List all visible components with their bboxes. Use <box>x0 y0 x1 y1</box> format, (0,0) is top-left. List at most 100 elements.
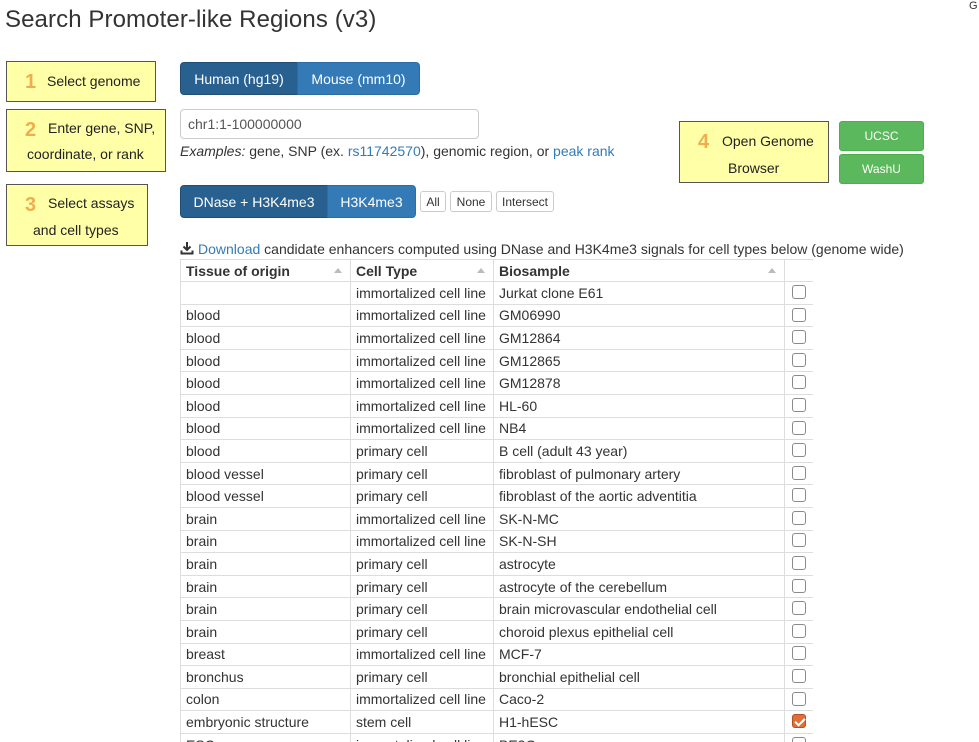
table-row[interactable]: blood vessel primary cell fibroblast of pu… <box>180 461 813 486</box>
cell-checkbox <box>784 665 813 689</box>
cell-tissue: breast <box>180 642 351 667</box>
table-row[interactable]: ESCimmortalized cell lineBE2C <box>180 732 813 742</box>
table-row[interactable]: blood vessel primary cell fibroblast of th… <box>180 484 813 508</box>
row-checkbox[interactable] <box>792 556 806 571</box>
table-row[interactable]: blood immortalized cell line GM12878 <box>180 371 813 395</box>
table-row[interactable]: bronchus primary cell bronchial epithelial… <box>180 665 813 689</box>
step-4-box: 4 Open Genome Browser <box>679 121 829 183</box>
row-checkbox[interactable] <box>792 284 806 299</box>
step-1-number: 1 <box>25 71 37 93</box>
table-header-row: Tissue of origin Cell Type Biosample <box>180 259 813 282</box>
row-checkbox[interactable] <box>792 601 806 616</box>
cell-tissue: blood <box>180 393 351 418</box>
cell-checkbox <box>784 416 813 441</box>
cell-biosample: fibroblast of pulmonary artery <box>493 461 785 486</box>
cell-tissue: blood <box>180 416 351 441</box>
cell-biosample: choroid plexus epithelial cell <box>493 619 785 644</box>
cell-cell-type: primary cell <box>350 665 494 689</box>
row-checkbox[interactable] <box>792 669 806 684</box>
cell-biosample: B cell (adult 43 year) <box>493 439 785 463</box>
cell-tissue: brain <box>180 574 351 599</box>
cell-tissue: blood vessel <box>180 484 351 508</box>
select-none-button[interactable]: None <box>450 191 492 212</box>
row-checkbox[interactable] <box>792 714 806 729</box>
cell-tissue <box>180 281 351 305</box>
table-row[interactable]: blood immortalized cell line GM12865 <box>180 348 813 373</box>
table-row[interactable]: immortalized cell line Jurkat clone E61 <box>180 281 813 305</box>
row-checkbox[interactable] <box>792 420 806 435</box>
table-row[interactable]: brain primary cell astrocyte of the cerebe… <box>180 574 813 599</box>
peak-rank-link[interactable]: peak rank <box>553 143 614 159</box>
washu-button[interactable]: WashU <box>839 154 924 184</box>
cell-cell-type: primary cell <box>350 461 494 486</box>
cell-biosample: brain microvascular endothelial cell <box>493 597 785 621</box>
row-checkbox[interactable] <box>792 646 806 661</box>
row-checkbox[interactable] <box>792 397 806 412</box>
cell-checkbox <box>784 326 813 350</box>
cell-checkbox <box>784 348 813 373</box>
table-row[interactable]: embryonic structure stem cell H1-hESC <box>180 710 813 734</box>
page-title: Search Promoter-like Regions (v3) <box>5 6 377 33</box>
row-checkbox[interactable] <box>792 465 806 480</box>
cell-cell-type: immortalized cell line <box>350 326 494 350</box>
cell-checkbox <box>784 393 813 418</box>
assay-h3k4me3-button[interactable]: H3K4me3 <box>327 185 416 218</box>
download-link[interactable]: Download <box>198 241 260 257</box>
search-examples: Examples: gene, SNP (ex. rs11742570), ge… <box>180 143 615 159</box>
cell-cell-type: immortalized cell line <box>350 416 494 441</box>
table-row[interactable]: blood immortalized cell line HL-60 <box>180 393 813 418</box>
row-checkbox[interactable] <box>792 736 806 742</box>
step-4-label-line2: Browser <box>728 160 780 176</box>
row-checkbox[interactable] <box>792 443 806 458</box>
cell-checkbox <box>784 687 813 712</box>
table-row[interactable]: blood immortalized cell line GM12864 <box>180 326 813 350</box>
row-checkbox[interactable] <box>792 578 806 593</box>
cell-biosample: HL-60 <box>493 393 785 418</box>
table-row[interactable]: blood immortalized cell line NB4 <box>180 416 813 441</box>
row-checkbox[interactable] <box>792 307 806 322</box>
cell-tissue: blood <box>180 326 351 350</box>
table-row[interactable]: breast immortalized cell line MCF-7 <box>180 642 813 667</box>
row-checkbox[interactable] <box>792 375 806 390</box>
cell-tissue: brain <box>180 597 351 621</box>
table-row[interactable]: brain primary cell choroid plexus epitheli… <box>180 619 813 644</box>
cell-type-table-container: Tissue of origin Cell Type Biosample imm… <box>180 259 813 742</box>
row-checkbox[interactable] <box>792 352 806 367</box>
intersect-button[interactable]: Intersect <box>496 191 554 212</box>
cell-type-table: Tissue of origin Cell Type Biosample imm… <box>180 259 813 742</box>
cell-tissue: blood <box>180 439 351 463</box>
ucsc-button[interactable]: UCSC <box>839 121 924 151</box>
biosample-header[interactable]: Biosample <box>493 259 785 282</box>
cell-tissue: brain <box>180 529 351 554</box>
tissue-header[interactable]: Tissue of origin <box>180 259 351 282</box>
cell-checkbox <box>784 529 813 554</box>
step-1-box: 1 Select genome <box>6 61 156 102</box>
examples-text-2: ), genomic region, or <box>420 143 554 159</box>
genome-mouse-button[interactable]: Mouse (mm10) <box>297 62 420 95</box>
cell-cell-type: primary cell <box>350 597 494 621</box>
table-row[interactable]: colon immortalized cell line Caco-2 <box>180 687 813 712</box>
table-row[interactable]: brain primary cell brain microvascular end… <box>180 597 813 621</box>
cell-cell-type: immortalized cell line <box>350 642 494 667</box>
row-checkbox[interactable] <box>792 488 806 503</box>
cell-cell-type: immortalized cell line <box>350 371 494 395</box>
select-all-button[interactable]: All <box>420 191 446 212</box>
search-input[interactable] <box>180 109 479 139</box>
table-row[interactable]: brain immortalized cell line SK-N-SH <box>180 529 813 554</box>
table-row[interactable]: blood primary cell B cell (adult 43 year) <box>180 439 813 463</box>
cell-checkbox <box>784 710 813 734</box>
table-row[interactable]: brain primary cell astrocyte <box>180 552 813 576</box>
examples-text-1: gene, SNP (ex. <box>245 143 348 159</box>
row-checkbox[interactable] <box>792 330 806 345</box>
genome-human-button[interactable]: Human (hg19) <box>180 62 298 95</box>
row-checkbox[interactable] <box>792 533 806 548</box>
row-checkbox[interactable] <box>792 510 806 525</box>
table-row[interactable]: brain immortalized cell line SK-N-MC <box>180 506 813 531</box>
cell-type-header-label: Cell Type <box>356 262 418 279</box>
row-checkbox[interactable] <box>792 623 806 638</box>
assay-dnase-h3k4me3-button[interactable]: DNase + H3K4me3 <box>180 185 328 218</box>
table-row[interactable]: blood immortalized cell line GM06990 <box>180 303 813 328</box>
row-checkbox[interactable] <box>792 691 806 706</box>
example-snp-link[interactable]: rs11742570 <box>348 143 421 159</box>
cell-type-header[interactable]: Cell Type <box>350 259 494 282</box>
